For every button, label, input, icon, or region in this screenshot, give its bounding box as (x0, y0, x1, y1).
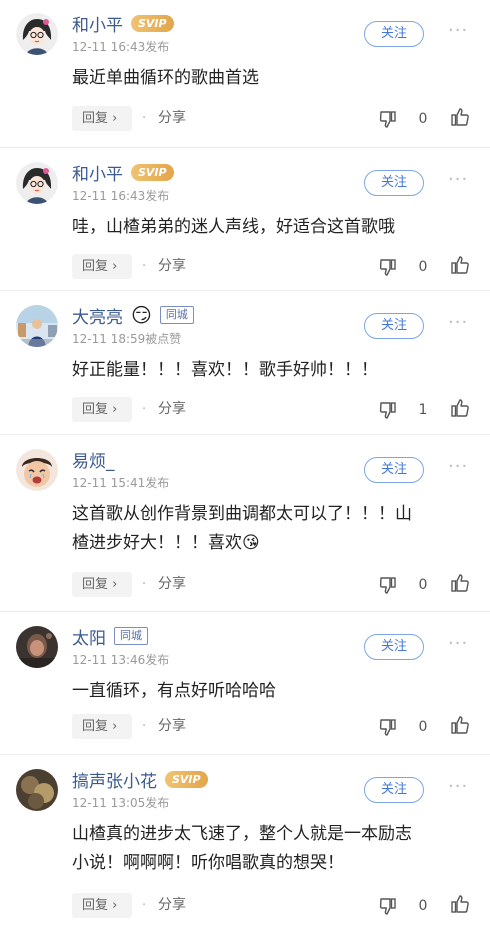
avatar-icon-cartoon-girl[interactable] (16, 162, 58, 204)
like-count: 0 (418, 577, 428, 593)
timestamp: 12-11 18:59被点赞 (72, 332, 182, 346)
avatar-icon-blurry-photo[interactable] (16, 769, 58, 811)
like-count: 0 (418, 259, 428, 275)
thumbs-up-icon[interactable] (449, 893, 471, 915)
avatar-icon-cartoon-girl[interactable] (16, 13, 58, 55)
thumbs-up-icon[interactable] (449, 714, 471, 736)
city-badge: 同城 (159, 306, 194, 324)
separator: · (142, 259, 147, 274)
thumbs-down-icon[interactable] (378, 400, 398, 420)
separator: · (142, 577, 147, 592)
avatar-icon-dark-photo[interactable] (16, 626, 58, 668)
comment-text: 最近单曲循环的歌曲首选 (72, 68, 259, 88)
more-options-icon[interactable]: ··· (448, 171, 472, 193)
username[interactable]: 和小平 (72, 11, 123, 36)
separator: · (142, 402, 147, 417)
share-button[interactable]: 分享 (158, 106, 186, 131)
thumbs-down-icon[interactable] (378, 575, 398, 595)
like-count: 0 (418, 111, 428, 127)
reply-button[interactable]: 回复 › (72, 397, 132, 422)
reply-button[interactable]: 回复 › (72, 893, 132, 918)
thumbs-down-icon[interactable] (378, 717, 398, 737)
share-button[interactable]: 分享 (158, 254, 186, 279)
username[interactable]: 搞声张小花 (72, 767, 157, 792)
timestamp: 12-11 13:46发布 (72, 653, 170, 667)
separator: · (142, 719, 147, 734)
thumbs-up-icon[interactable] (449, 254, 471, 276)
comment-text: 哇，山楂弟弟的迷人声线，好适合这首歌哦 (72, 217, 395, 237)
more-options-icon[interactable]: ··· (448, 778, 472, 800)
thumbs-up-icon[interactable] (449, 572, 471, 594)
comment-text: 好正能量！！！喜欢！！歌手好帅！！！ (72, 360, 378, 380)
follow-button[interactable]: 关注 (364, 21, 424, 47)
avatar-icon-photo-person[interactable] (16, 305, 58, 347)
timestamp: 12-11 15:41发布 (72, 476, 170, 490)
reply-button[interactable]: 回复 › (72, 572, 132, 597)
comment-item: 搞声张小花 SVIP 12-11 13:05发布 关注 ··· 山楂真的进步太飞… (0, 756, 490, 929)
follow-button[interactable]: 关注 (364, 457, 424, 483)
share-button[interactable]: 分享 (158, 893, 186, 918)
separator: · (142, 898, 147, 913)
comment-item: 和小平 SVIP 12-11 16:43发布 关注 ··· 哇，山楂弟弟的迷人声… (0, 149, 490, 291)
city-badge: 同城 (114, 627, 148, 645)
svip-badge: SVIP (131, 163, 174, 181)
thumbs-up-icon[interactable] (449, 106, 471, 128)
comment-item: 易烦_ 12-11 15:41发布 关注 ··· 这首歌从创作背景到曲调都太可以… (0, 436, 490, 612)
avatar-icon-crying-baby[interactable] (16, 449, 58, 491)
like-count: 0 (418, 719, 428, 735)
svip-badge: SVIP (165, 770, 208, 788)
like-count: 0 (418, 898, 428, 914)
comment-text-line: 小说！啊啊啊！听你唱歌真的想哭！ (72, 853, 344, 873)
follow-button[interactable]: 关注 (364, 634, 424, 660)
separator: · (142, 111, 147, 126)
more-options-icon[interactable]: ··· (448, 314, 472, 336)
comment-text-line: 这首歌从创作背景到曲调都太可以了！！！山 (72, 504, 412, 524)
comment-item: 太阳 同城 12-11 13:46发布 关注 ··· 一直循环，有点好听哈哈哈 … (0, 613, 490, 755)
timestamp: 12-11 16:43发布 (72, 189, 170, 203)
more-options-icon[interactable]: ··· (448, 635, 472, 657)
share-button[interactable]: 分享 (158, 397, 186, 422)
reply-button[interactable]: 回复 › (72, 254, 132, 279)
comment-item: 和小平 SVIP 12-11 16:43发布 关注 ··· 最近单曲循环的歌曲首… (0, 0, 490, 148)
share-button[interactable]: 分享 (158, 572, 186, 597)
comment-text: 山楂真的进步太飞速了，整个人就是一本励志 小说！啊啊啊！听你唱歌真的想哭！ (72, 820, 472, 878)
username[interactable]: 太阳 (72, 624, 106, 649)
username[interactable]: 大亮亮 (72, 303, 123, 328)
follow-button[interactable]: 关注 (364, 170, 424, 196)
timestamp: 12-11 13:05发布 (72, 796, 170, 810)
comment-text-line: 楂进步好大！！！喜欢😘 (72, 533, 260, 553)
follow-button[interactable]: 关注 (364, 777, 424, 803)
like-count: 1 (418, 402, 428, 418)
thumbs-down-icon[interactable] (378, 257, 398, 277)
thumbs-up-icon[interactable] (449, 397, 471, 419)
smirk-emoji-icon: 😏 (131, 303, 152, 327)
more-options-icon[interactable]: ··· (448, 22, 472, 44)
timestamp: 12-11 16:43发布 (72, 40, 170, 54)
username[interactable]: 和小平 (72, 160, 123, 185)
comment-item: 大亮亮 😏 同城 12-11 18:59被点赞 关注 ··· 好正能量！！！喜欢… (0, 292, 490, 435)
username[interactable]: 易烦_ (72, 447, 115, 472)
svip-badge: SVIP (131, 14, 174, 32)
reply-button[interactable]: 回复 › (72, 106, 132, 131)
more-options-icon[interactable]: ··· (448, 458, 472, 480)
thumbs-down-icon[interactable] (378, 896, 398, 916)
follow-button[interactable]: 关注 (364, 313, 424, 339)
comment-text: 一直循环，有点好听哈哈哈 (72, 681, 276, 701)
thumbs-down-icon[interactable] (378, 109, 398, 129)
reply-button[interactable]: 回复 › (72, 714, 132, 739)
comment-text-line: 山楂真的进步太飞速了，整个人就是一本励志 (72, 824, 412, 844)
share-button[interactable]: 分享 (158, 714, 186, 739)
comment-text: 这首歌从创作背景到曲调都太可以了！！！山 楂进步好大！！！喜欢😘 (72, 500, 472, 558)
